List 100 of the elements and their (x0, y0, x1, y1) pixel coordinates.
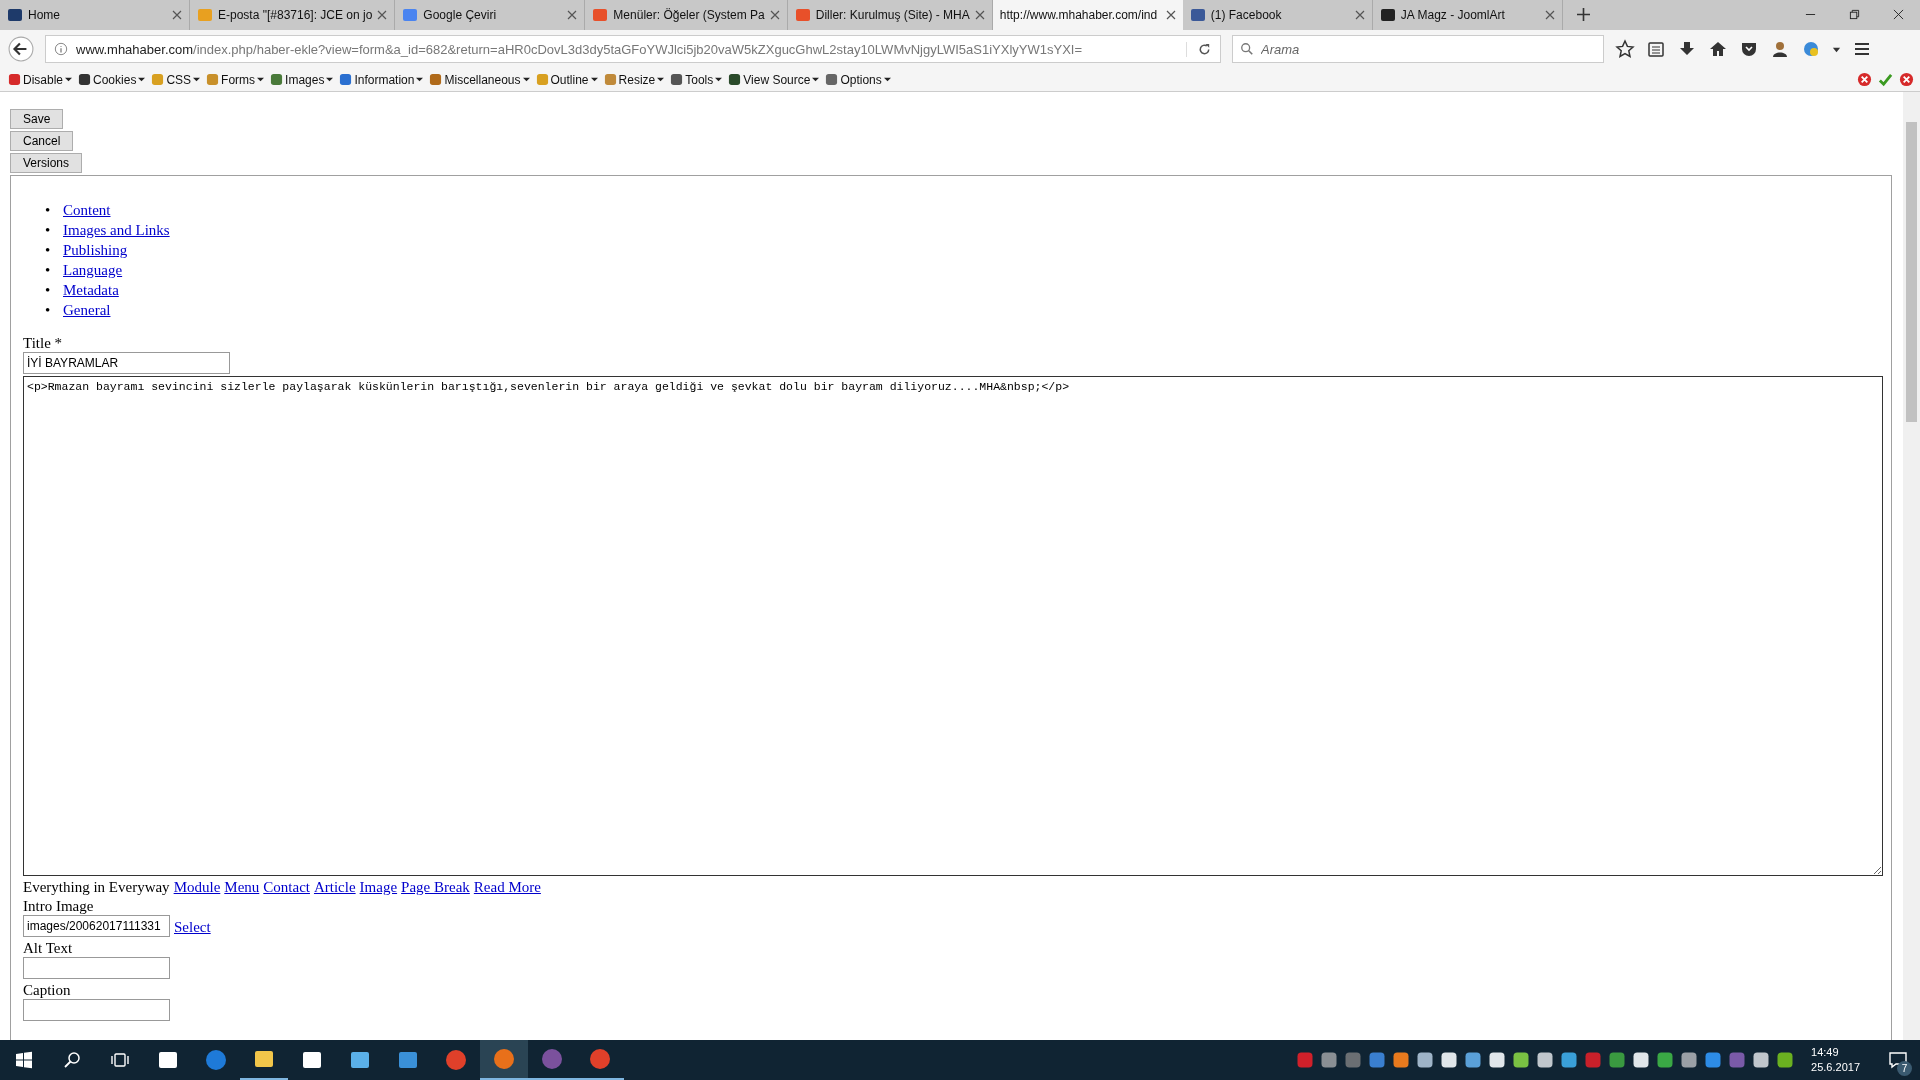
select-link[interactable]: Select (174, 918, 211, 936)
bullet: • (45, 201, 52, 220)
restore-icon[interactable] (1849, 9, 1860, 20)
form-button[interactable]: Versions (10, 153, 83, 173)
content-textarea[interactable]: <p>Rmazan bayramı sevincini sizlerle paylaşarak küskünlerin barıştığı,sevenlerin bir araya geldiği ve şevkat dolu bir bayram diliyoruz....MHA&nbsp;</p> (23, 376, 1883, 876)
toolbar-menu-button[interactable]: Disable (6, 69, 77, 90)
globe-icon[interactable] (1801, 39, 1821, 59)
editor-link[interactable]: Image (359, 877, 398, 897)
toolbar-icon (670, 73, 684, 86)
checkmark-icon[interactable] (1878, 72, 1893, 87)
section-link[interactable]: General (63, 302, 111, 318)
address-field[interactable]: www.mhahaber.com/index.php/haber-ekle?view=form&a_id=682&return=aHR0cDovL3d3dy5taGFoYWJlci5jb20vaW5kZXgucGhwL2stay10LWMvNjgyLWI5aS1iYXlyYW1sYXI= (45, 35, 1221, 63)
toolbar-menu-button[interactable]: Forms (204, 69, 269, 90)
alt-text-input[interactable] (23, 957, 170, 979)
search-icon (1240, 42, 1254, 56)
editor-link[interactable]: Page Break (401, 877, 470, 897)
info-icon[interactable] (54, 42, 68, 56)
new-tab-icon[interactable] (1576, 8, 1590, 21)
toolbar-icon (206, 73, 220, 86)
favicon-icon (7, 7, 23, 23)
error-icon[interactable] (1857, 72, 1872, 87)
tray-icon[interactable] (1655, 1050, 1676, 1070)
tray-icon[interactable] (1439, 1050, 1460, 1070)
tray-icon[interactable] (1535, 1050, 1556, 1070)
tray-icon[interactable] (1391, 1050, 1412, 1070)
favicon-icon (592, 7, 609, 23)
close-icon[interactable] (1893, 9, 1904, 20)
section-link[interactable]: Language (63, 262, 123, 278)
toolbar-menu-button[interactable]: View Source (726, 69, 824, 90)
toolbar-menu-button[interactable]: Outline (533, 69, 602, 90)
editor-link[interactable]: Read More (473, 877, 541, 897)
bullet: • (45, 261, 52, 280)
toolbar-icon (603, 73, 617, 86)
section-link[interactable]: Metadata (63, 282, 119, 298)
close-icon[interactable] (769, 10, 780, 20)
bookmark-star-icon[interactable] (1615, 39, 1635, 59)
caret-icon (257, 76, 265, 83)
section-link[interactable]: Images and Links (63, 222, 170, 238)
search-field[interactable]: Arama (1232, 35, 1604, 63)
app-icon (204, 1048, 228, 1072)
tray-icon[interactable] (1631, 1050, 1652, 1070)
close-icon[interactable] (567, 10, 578, 20)
form-button[interactable]: Cancel (10, 131, 74, 151)
tray-icon[interactable] (1511, 1050, 1532, 1070)
favicon-icon (197, 7, 213, 23)
error-icon[interactable] (1899, 72, 1914, 87)
form-button[interactable]: Save (10, 109, 64, 129)
close-icon[interactable] (377, 10, 388, 20)
user-icon[interactable] (1770, 39, 1790, 59)
caret-icon (193, 76, 201, 83)
close-icon[interactable] (1165, 10, 1176, 20)
toolbar-icon (78, 73, 92, 86)
tray-icon[interactable] (1679, 1050, 1700, 1070)
toolbar-icon (535, 73, 549, 86)
reload-icon[interactable] (1186, 41, 1212, 57)
toolbar-menu-button[interactable]: Options (823, 69, 895, 90)
toolbar-menu-button[interactable]: Miscellaneous (427, 69, 534, 90)
home-icon[interactable] (1708, 39, 1728, 59)
close-icon[interactable] (1354, 10, 1365, 20)
close-icon[interactable] (1544, 10, 1555, 20)
toolbar-menu-button[interactable]: Cookies (76, 69, 150, 90)
toolbar-menu-button[interactable]: Tools (668, 69, 727, 90)
bullet: • (45, 301, 52, 320)
caret-icon (883, 76, 891, 83)
caption-input[interactable] (23, 999, 170, 1021)
caret-icon (715, 76, 723, 83)
title-input[interactable]: İYİ BAYRAMLAR (23, 352, 230, 374)
editor-link[interactable]: Contact (263, 877, 310, 897)
section-link[interactable]: Content (63, 202, 111, 218)
notification-button[interactable]: 7 (1876, 1040, 1920, 1080)
toolbar-icon (151, 73, 165, 86)
tray-icon[interactable] (1487, 1050, 1508, 1070)
editor-link[interactable]: Article (313, 877, 356, 897)
scrollbar[interactable] (1903, 92, 1920, 1040)
favicon-icon (1189, 7, 1206, 23)
toolbar-icon (270, 73, 284, 86)
reading-list-icon[interactable] (1646, 39, 1666, 59)
close-icon[interactable] (974, 10, 985, 20)
toolbar-menu-button[interactable]: Images (268, 69, 338, 90)
section-link[interactable]: Publishing (63, 242, 128, 258)
favicon-icon (402, 7, 419, 23)
caret-icon (65, 76, 73, 83)
clock[interactable]: 14:49 25.6.2017 (1799, 1045, 1872, 1075)
tray-icon[interactable] (1463, 1050, 1484, 1070)
editor-label: Everything in Everyway (23, 878, 170, 897)
field-label: Caption (23, 981, 72, 999)
editor-link[interactable]: Module (173, 877, 221, 897)
tray-icon[interactable] (1775, 1050, 1796, 1070)
browser-tab[interactable]: http://www.mhahaber.com/ind (992, 0, 1183, 30)
back-icon[interactable] (8, 36, 34, 62)
tray-icon[interactable] (1751, 1050, 1772, 1070)
image-path-input[interactable]: images/20062017111331 (23, 915, 170, 937)
editor-link[interactable]: Menu (224, 877, 260, 897)
toolbar-menu-button[interactable]: CSS (149, 69, 205, 90)
caret-icon (326, 76, 334, 83)
close-icon[interactable] (172, 10, 182, 20)
toolbar-menu-button[interactable]: Information (337, 69, 428, 90)
tray-icon[interactable] (1559, 1050, 1580, 1070)
tray-icon[interactable] (1415, 1050, 1436, 1070)
toolbar-menu-button[interactable]: Resize (601, 69, 669, 90)
